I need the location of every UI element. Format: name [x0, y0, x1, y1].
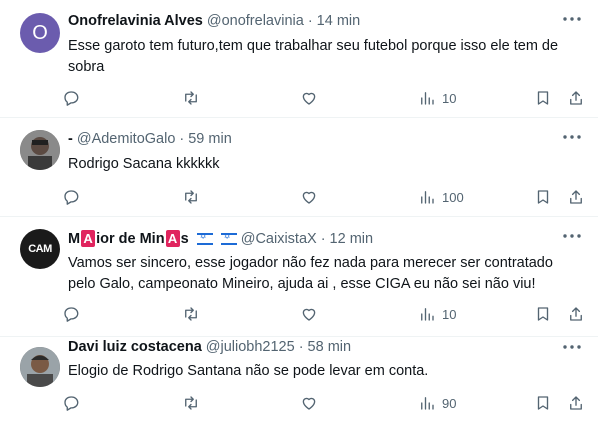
timestamp[interactable]: 59 min: [188, 131, 232, 147]
retweet-button[interactable]: [182, 303, 200, 325]
avatar-photo-icon: [20, 130, 60, 170]
reply-text: Esse garoto tem futuro,tem que trabalhar…: [68, 38, 559, 75]
israel-flag-icon: [220, 232, 237, 246]
author-handle[interactable]: @juliobh2125: [206, 339, 295, 355]
share-button[interactable]: [567, 303, 585, 325]
reply-item[interactable]: - @AdemitoGalo · 59 min Rodrigo Sacana k…: [0, 118, 598, 217]
reply-button[interactable]: [62, 87, 80, 109]
views-icon: [421, 397, 434, 410]
more-icon[interactable]: [560, 127, 584, 147]
avatar[interactable]: [20, 347, 60, 387]
views-button[interactable]: 10: [418, 87, 456, 109]
reply-item[interactable]: CAM MAior de MinAs @CaixistaX · 12 min V…: [0, 217, 598, 337]
author-handle[interactable]: @AdemitoGalo: [77, 131, 176, 147]
separator: ·: [298, 339, 304, 355]
views-button[interactable]: 100: [418, 186, 464, 208]
reply-item[interactable]: Davi luiz costacena @juliobh2125 · 58 mi…: [0, 337, 598, 433]
bookmark-button[interactable]: [534, 87, 552, 109]
reply-text: Elogio de Rodrigo Santana não se pode le…: [68, 363, 429, 379]
retweet-icon: [185, 396, 197, 410]
reply-button[interactable]: [62, 303, 80, 325]
like-button[interactable]: [300, 303, 318, 325]
views-count: 10: [442, 306, 457, 322]
share-icon: [570, 307, 582, 321]
share-icon: [570, 91, 582, 105]
israel-flag-icon: [196, 232, 213, 246]
share-button[interactable]: [567, 186, 585, 208]
heart-icon: [302, 397, 316, 410]
bookmark-button[interactable]: [534, 186, 552, 208]
heart-icon: [302, 191, 316, 204]
action-bar: 10: [62, 303, 590, 325]
avatar[interactable]: O: [20, 13, 60, 53]
reply-button[interactable]: [62, 392, 80, 414]
author-name[interactable]: Onofrelavinia Alves: [68, 13, 203, 29]
reply-header: MAior de MinAs @CaixistaX · 12 min: [68, 230, 373, 247]
action-bar: 10: [62, 87, 590, 109]
bookmark-icon: [537, 190, 549, 204]
author-name[interactable]: M Aior de Min As: [68, 230, 237, 247]
heart-icon: [302, 308, 316, 321]
bookmark-icon: [537, 307, 549, 321]
author-handle[interactable]: @onofrelavinia: [207, 13, 304, 29]
reply-header: Davi luiz costacena @juliobh2125 · 58 mi…: [68, 339, 351, 355]
bookmark-button[interactable]: [534, 303, 552, 325]
heart-icon: [302, 92, 316, 105]
retweet-icon: [185, 307, 197, 321]
views-button[interactable]: 90: [418, 392, 456, 414]
avatar[interactable]: [20, 130, 60, 170]
timestamp[interactable]: 14 min: [317, 13, 361, 29]
reply-text: Rodrigo Sacana kkkkkk: [68, 156, 220, 172]
bookmark-button[interactable]: [534, 392, 552, 414]
like-button[interactable]: [300, 87, 318, 109]
views-icon: [421, 308, 434, 321]
reply-button[interactable]: [62, 186, 80, 208]
retweet-button[interactable]: [182, 186, 200, 208]
reply-icon: [64, 190, 79, 205]
share-icon: [570, 396, 582, 410]
views-count: 90: [442, 395, 457, 411]
views-button[interactable]: 10: [418, 303, 456, 325]
reply-icon: [64, 91, 79, 106]
timestamp[interactable]: 12 min: [330, 231, 374, 247]
separator: ·: [307, 13, 313, 29]
views-icon: [421, 92, 434, 105]
action-bar: 90: [62, 392, 590, 414]
views-count: 100: [442, 189, 464, 205]
share-button[interactable]: [567, 392, 585, 414]
reply-text: Vamos ser sincero, esse jogador não fez …: [68, 255, 553, 292]
separator: ·: [320, 230, 326, 247]
more-icon[interactable]: [560, 9, 584, 29]
timestamp[interactable]: 58 min: [308, 339, 352, 355]
share-button[interactable]: [567, 87, 585, 109]
action-bar: 100: [62, 186, 590, 208]
more-icon[interactable]: [560, 337, 584, 357]
bookmark-icon: [537, 91, 549, 105]
share-icon: [570, 190, 582, 204]
reply-item[interactable]: O Onofrelavinia Alves @onofrelavinia · 1…: [0, 0, 598, 118]
reply-icon: [64, 396, 79, 411]
retweet-icon: [185, 190, 197, 204]
more-icon[interactable]: [560, 226, 584, 246]
retweet-button[interactable]: [182, 87, 200, 109]
views-icon: [421, 191, 434, 204]
like-button[interactable]: [300, 392, 318, 414]
reply-header: Onofrelavinia Alves @onofrelavinia · 14 …: [68, 13, 360, 29]
reply-header: - @AdemitoGalo · 59 min: [68, 131, 232, 147]
retweet-button[interactable]: [182, 392, 200, 414]
like-button[interactable]: [300, 186, 318, 208]
avatar-photo-icon: [20, 347, 60, 387]
views-count: 10: [442, 90, 457, 106]
reply-icon: [64, 307, 79, 322]
author-name[interactable]: Davi luiz costacena: [68, 339, 202, 355]
bookmark-icon: [537, 396, 549, 410]
separator: ·: [179, 131, 185, 147]
author-handle[interactable]: @CaixistaX: [241, 231, 317, 247]
retweet-icon: [185, 91, 197, 105]
author-name[interactable]: -: [68, 131, 73, 147]
avatar[interactable]: CAM: [20, 229, 60, 269]
